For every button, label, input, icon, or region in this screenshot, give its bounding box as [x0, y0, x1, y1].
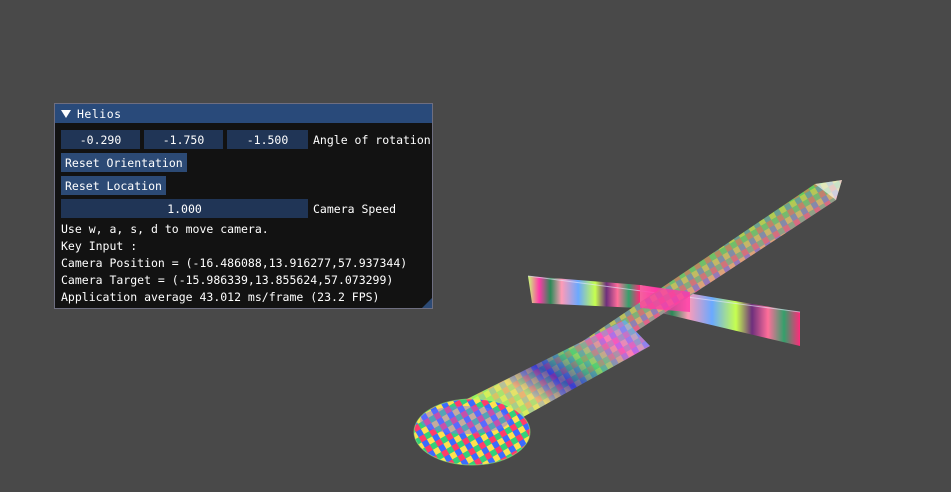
panel-title-bar[interactable]: Helios: [55, 104, 432, 123]
camera-target-text: Camera Target = (-15.986339,13.855624,57…: [61, 273, 394, 287]
angle-y-input[interactable]: -1.750: [144, 130, 223, 149]
helios-panel[interactable]: Helios -0.290 -1.750 -1.500 Angle of rot…: [54, 103, 433, 309]
angle-label: Angle of rotation: [313, 132, 431, 147]
reset-location-button[interactable]: Reset Location: [61, 176, 166, 195]
collapse-arrow-icon[interactable]: [61, 109, 71, 118]
resize-grip[interactable]: [422, 298, 432, 308]
reset-orientation-button[interactable]: Reset Orientation: [61, 153, 187, 172]
camera-speed-label: Camera Speed: [313, 201, 397, 216]
panel-title: Helios: [77, 106, 122, 121]
sword-pommel: [413, 398, 531, 466]
angle-x-input[interactable]: -0.290: [61, 130, 140, 149]
camera-position-text: Camera Position = (-16.486088,13.916277,…: [61, 256, 408, 270]
perf-text: Application average 43.012 ms/frame (23.…: [61, 290, 380, 304]
help-text: Use w, a, s, d to move camera.: [61, 222, 269, 236]
key-input-text: Key Input :: [61, 239, 138, 253]
angle-z-input[interactable]: -1.500: [227, 130, 308, 149]
camera-speed-input[interactable]: 1.000: [61, 199, 308, 218]
